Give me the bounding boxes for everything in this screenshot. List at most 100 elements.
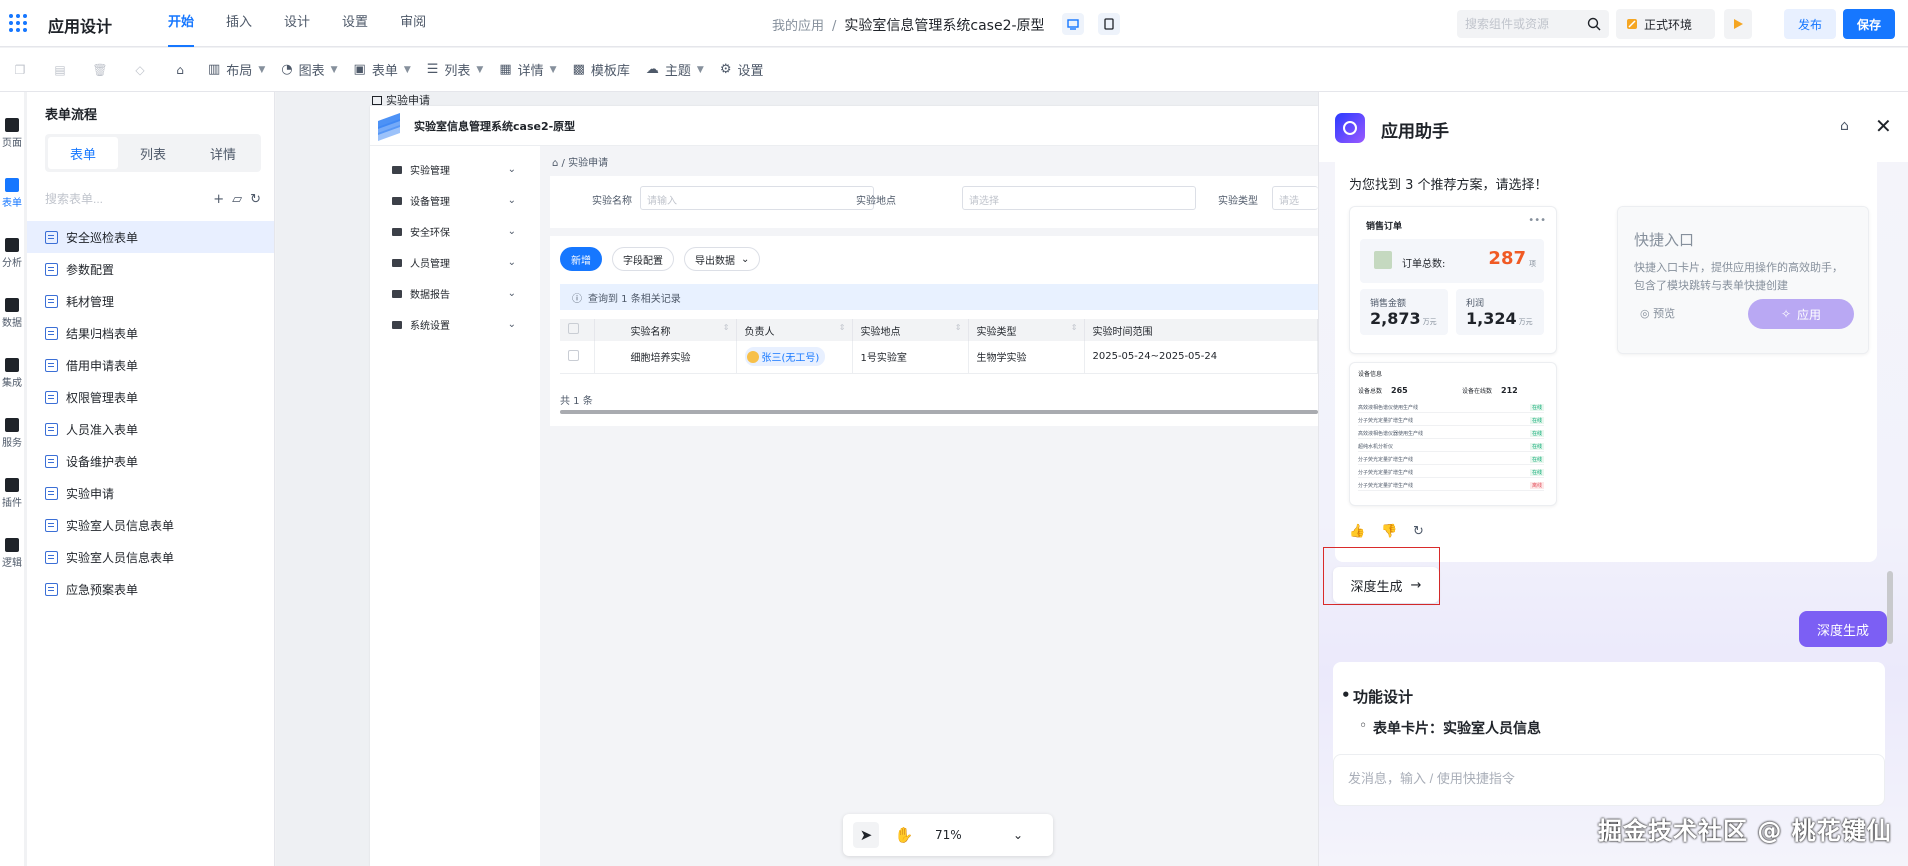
- assistant-scrollbar[interactable]: [1887, 140, 1893, 644]
- field-config-button[interactable]: 字段配置: [612, 247, 674, 271]
- new-folder-icon[interactable]: ▱: [232, 192, 242, 207]
- horizontal-scrollbar[interactable]: [560, 410, 1318, 414]
- sidebar-item-maintenance[interactable]: 设备维护表单: [27, 445, 274, 477]
- design-subitem: 表单卡片：实验室人员信息: [1359, 718, 1541, 738]
- proto-nav-item[interactable]: 实验管理 ⌄: [370, 154, 540, 185]
- recommendation-card-sales[interactable]: 销售订单 ••• 订单总数: 287 项 销售金额 2,873 万元 利润 1,3…: [1349, 206, 1557, 354]
- refresh-icon[interactable]: ↻: [250, 192, 261, 207]
- copy-icon[interactable]: ❐: [0, 48, 40, 92]
- iconbar-services[interactable]: 服务: [0, 418, 24, 449]
- paste-icon[interactable]: ▤: [40, 48, 80, 92]
- column-header[interactable]: 实验名称 ⇕: [594, 319, 737, 341]
- sidebar-item-consumables[interactable]: 耗材管理: [27, 285, 274, 317]
- recommendation-card-shortcut[interactable]: 快捷入口 快捷入口卡片，提供应用操作的高效助手，包含了模块跳转与表单快捷创建 ◎…: [1617, 206, 1869, 354]
- sidebar-item-experiment[interactable]: 实验申请: [27, 477, 274, 509]
- deep-generate-card[interactable]: 深度生成 →: [1333, 567, 1439, 603]
- recommendation-card-equipment[interactable]: 设备信息 设备总数 265 设备在线数 212 高效液相色谱仪使用生产线 在线 分子荧…: [1349, 362, 1557, 506]
- add-record-button[interactable]: 新增: [560, 247, 602, 271]
- proto-nav-item[interactable]: 设备管理 ⌄: [370, 185, 540, 216]
- apps-grid-icon[interactable]: [9, 14, 27, 32]
- sidebar-item-borrow[interactable]: 借用申请表单: [27, 349, 274, 381]
- chart-menu[interactable]: ◔ 图表 ▼: [273, 48, 345, 92]
- close-icon[interactable]: ✕: [1875, 114, 1892, 138]
- more-icon[interactable]: •••: [1528, 215, 1546, 226]
- select-all-checkbox[interactable]: [560, 319, 595, 341]
- iconbar-pages[interactable]: 页面: [0, 118, 24, 149]
- theme-menu[interactable]: ☁ 主题 ▼: [638, 48, 712, 92]
- apply-button[interactable]: ✧ 应用: [1748, 299, 1854, 329]
- thumbs-down-icon[interactable]: 👎: [1381, 524, 1397, 539]
- sidebar-tab-detail[interactable]: 详情: [188, 137, 258, 169]
- save-button[interactable]: 保存: [1843, 9, 1895, 39]
- select-pointer-icon[interactable]: ➤: [853, 822, 879, 848]
- sidebar-tab-form[interactable]: 表单: [48, 137, 118, 169]
- tab-insert[interactable]: 插入: [210, 0, 268, 47]
- column-header[interactable]: 实验类型 ⇕: [968, 319, 1085, 341]
- publish-button[interactable]: 发布: [1784, 9, 1836, 39]
- iconbar-data[interactable]: 数据: [0, 298, 24, 329]
- detail-menu[interactable]: ▦ 详情 ▼: [491, 48, 564, 92]
- template-library-button[interactable]: ▩ 模板库: [565, 48, 638, 92]
- mobile-preview-button[interactable]: [1098, 13, 1120, 35]
- proto-nav-item[interactable]: 人员管理 ⌄: [370, 247, 540, 278]
- layout-menu[interactable]: ▥ 布局 ▼: [200, 48, 273, 92]
- proto-nav-item[interactable]: 安全环保 ⌄: [370, 216, 540, 247]
- breadcrumb-root[interactable]: 我的应用: [772, 19, 824, 34]
- column-header[interactable]: 负责人 ⇕: [736, 319, 853, 341]
- proto-nav-item[interactable]: 系统设置 ⌄: [370, 309, 540, 340]
- sidebar-item-permissions[interactable]: 权限管理表单: [27, 381, 274, 413]
- tab-start[interactable]: 开始: [152, 0, 210, 47]
- iconbar-analysis[interactable]: 分析: [0, 238, 24, 269]
- form-menu[interactable]: ▣ 表单 ▼: [346, 48, 419, 92]
- tab-review[interactable]: 审阅: [384, 0, 442, 47]
- column-header[interactable]: 实验地点 ⇕: [852, 319, 969, 341]
- regenerate-icon[interactable]: ↻: [1413, 524, 1424, 539]
- environment-button[interactable]: 正式环境: [1616, 9, 1715, 39]
- sidebar-item-staff-1[interactable]: 实验室人员信息表单: [27, 509, 274, 541]
- assistant-input[interactable]: [1348, 771, 1648, 786]
- store-icon[interactable]: ⌂: [160, 48, 200, 92]
- iconbar-logic[interactable]: 逻辑: [0, 538, 24, 569]
- sidebar-item-safety-inspection[interactable]: 安全巡检表单: [27, 221, 274, 253]
- zoom-select[interactable]: 71% ⌄: [929, 828, 1029, 842]
- filter-select-type[interactable]: 请选: [1272, 186, 1318, 210]
- component-search[interactable]: [1457, 10, 1609, 38]
- run-button[interactable]: [1724, 9, 1752, 39]
- thumbs-up-icon[interactable]: 👍: [1349, 524, 1365, 539]
- settings-button[interactable]: ⚙ 设置: [712, 48, 772, 92]
- eraser-icon[interactable]: ◇: [120, 48, 160, 92]
- row-checkbox[interactable]: [560, 341, 595, 374]
- search-icon[interactable]: [1587, 17, 1601, 31]
- sidebar-item-emergency[interactable]: 应急预案表单: [27, 573, 274, 605]
- form-search-input[interactable]: [45, 192, 185, 206]
- assistant-input-box: [1333, 754, 1885, 806]
- iconbar-plugins[interactable]: 插件: [0, 478, 24, 509]
- tab-settings[interactable]: 设置: [326, 0, 384, 47]
- list-menu[interactable]: ☰ 列表 ▼: [419, 48, 492, 92]
- profit-value: 1,324: [1466, 309, 1517, 328]
- sidebar-item-params[interactable]: 参数配置: [27, 253, 274, 285]
- proto-nav-item[interactable]: 数据报告 ⌄: [370, 278, 540, 309]
- desktop-preview-button[interactable]: [1062, 13, 1084, 35]
- sidebar-item-access[interactable]: 人员准入表单: [27, 413, 274, 445]
- owner-tag[interactable]: 张三(无工号): [744, 347, 826, 367]
- home-icon[interactable]: ⌂: [552, 158, 558, 169]
- table-row[interactable]: 细胞培养实验 张三(无工号) 1号实验室 生物学实验 2025-05-24~20…: [560, 341, 1318, 374]
- filter-input-name[interactable]: 请输入: [640, 186, 874, 210]
- export-data-button[interactable]: 导出数据 ⌄: [684, 247, 761, 271]
- add-icon[interactable]: +: [213, 192, 224, 207]
- deep-generate-button[interactable]: 深度生成: [1799, 611, 1887, 647]
- component-search-input[interactable]: [1465, 17, 1575, 31]
- delete-icon[interactable]: 🗑: [80, 48, 120, 92]
- sidebar-item-archive[interactable]: 结果归档表单: [27, 317, 274, 349]
- sidebar-tab-list[interactable]: 列表: [118, 137, 188, 169]
- store-icon[interactable]: ⌂: [1840, 118, 1849, 134]
- sidebar-item-staff-2[interactable]: 实验室人员信息表单: [27, 541, 274, 573]
- column-header[interactable]: 实验时间范围: [1084, 319, 1318, 341]
- hand-pan-icon[interactable]: ✋: [891, 822, 917, 848]
- iconbar-integration[interactable]: 集成: [0, 358, 24, 389]
- preview-button[interactable]: ◎ 预览: [1640, 305, 1675, 321]
- tab-design[interactable]: 设计: [268, 0, 326, 47]
- iconbar-forms[interactable]: 表单: [0, 178, 24, 209]
- filter-select-place[interactable]: 请选择: [962, 186, 1196, 210]
